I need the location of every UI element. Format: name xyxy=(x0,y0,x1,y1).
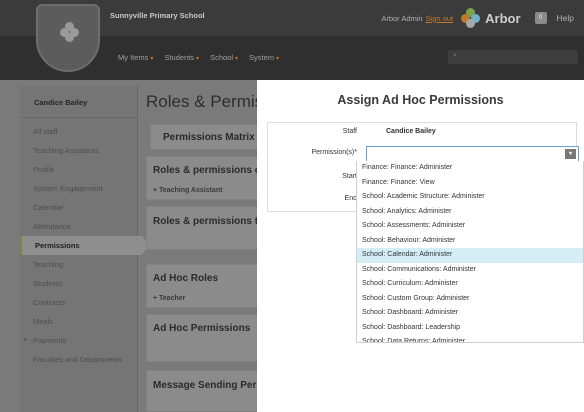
dropdown-option[interactable]: Finance: Finance: Administer xyxy=(357,161,583,176)
nav-item-label: System xyxy=(249,53,275,62)
search-input[interactable]: ⌕ xyxy=(448,50,578,64)
card-title: Ad Hoc Roles xyxy=(153,273,219,284)
sidebar-user-name[interactable]: Candice Bailey xyxy=(20,86,137,118)
sidebar-item-payments[interactable]: ▸ Payments xyxy=(20,331,137,350)
search-icon: ⌕ xyxy=(453,52,457,59)
sidebar-item-system-engagement[interactable]: System Engagement xyxy=(20,179,137,198)
sidebar-item-label: Faculties and Departments xyxy=(33,355,123,364)
dropdown-option[interactable]: School: Data Returns: Administer xyxy=(357,335,583,342)
chevron-down-icon: ▾ xyxy=(150,56,154,62)
sidebar-item-permissions[interactable]: Permissions xyxy=(20,236,150,255)
dropdown-option[interactable]: School: Curriculum: Administer xyxy=(357,277,583,292)
nav-item-school[interactable]: School ▾ xyxy=(210,53,238,62)
sidebar-item-teaching-assistants[interactable]: Teaching Assistants xyxy=(20,141,137,160)
sidebar-item-label: Contracts xyxy=(33,298,66,307)
account-area: Arbor Admin Sign out Arbor 0 Help xyxy=(381,0,584,36)
sidebar-item-faculties-and-departments[interactable]: Faculties and Departments xyxy=(20,350,137,378)
chevron-down-icon[interactable]: ▼ xyxy=(565,149,576,159)
dropdown-option[interactable]: School: Dashboard: Administer xyxy=(357,306,583,321)
sidebar-item-all-staff[interactable]: All staff xyxy=(20,122,137,141)
sidebar-item-label: Teaching Assistants xyxy=(33,146,99,155)
ad-hoc-roles-card: Ad Hoc Roles + Teacher xyxy=(146,264,266,308)
sidebar-item-students[interactable]: Students xyxy=(20,274,137,293)
sidebar-item-label: Attendance xyxy=(33,222,71,231)
dropdown-option[interactable]: School: Assessments: Administer xyxy=(357,219,583,234)
sidebar-item-attendance[interactable]: Attendance xyxy=(20,217,137,236)
nav-menu: My Items ▾ Students ▾ School ▾ System ▾ xyxy=(118,53,279,62)
dropdown-option[interactable]: School: Calendar: Administer xyxy=(357,248,583,263)
staff-label: Staff xyxy=(342,128,357,135)
school-name[interactable]: Sunnyville Primary School xyxy=(110,11,205,20)
modal-title: Assign Ad Hoc Permissions xyxy=(337,93,504,107)
permissions-label: Permission(s)* xyxy=(311,149,357,156)
chevron-down-icon: ▾ xyxy=(276,56,280,62)
sidebar-menu: All staff Teaching Assistants Profile Syste… xyxy=(20,118,150,378)
dropdown-option[interactable]: School: Custom Group: Administer xyxy=(357,292,583,307)
help-link[interactable]: Help xyxy=(557,13,574,23)
ad-hoc-permissions-card: Ad Hoc Permissions xyxy=(146,314,266,362)
roles-assignable-card: Roles & permissions that can be assigned xyxy=(146,206,354,250)
dropdown-option[interactable]: Finance: Finance: View xyxy=(357,176,583,191)
sign-out-link[interactable]: Sign out xyxy=(426,14,454,23)
chevron-down-icon: ▾ xyxy=(196,56,200,62)
dropdown-option[interactable]: School: Analytics: Administer xyxy=(357,205,583,220)
arbor-logo-icon xyxy=(461,8,481,28)
admin-name: Arbor Admin xyxy=(381,13,423,23)
sidebar-item-label: System Engagement xyxy=(33,184,103,193)
role-item[interactable]: + Teaching Assistant xyxy=(153,187,222,194)
permissions-dropdown-list[interactable]: Finance: Finance: Administer Finance: Fin… xyxy=(356,161,584,343)
nav-item-label: School xyxy=(210,53,233,62)
permissions-select[interactable]: ▼ xyxy=(366,146,579,162)
sidebar-item-label: Students xyxy=(33,279,63,288)
sidebar-item-profile[interactable]: Profile xyxy=(20,160,137,179)
sidebar-item-meals[interactable]: Meals xyxy=(20,312,137,331)
message-sending-card: Message Sending Permissions xyxy=(146,370,300,412)
sidebar-item-calendar[interactable]: Calendar xyxy=(20,198,137,217)
staff-row: Staff Candice Bailey xyxy=(268,125,578,139)
sidebar-item-label: Calendar xyxy=(33,203,64,212)
staff-value: Candice Bailey xyxy=(386,128,436,135)
sidebar: Candice Bailey All staff Teaching Assista… xyxy=(20,86,150,412)
school-crest-icon xyxy=(60,22,80,42)
card-title: Ad Hoc Permissions xyxy=(153,323,251,334)
sidebar-item-label: Profile xyxy=(33,165,55,174)
school-crest[interactable] xyxy=(36,4,100,72)
card-title: Permissions Matrix xyxy=(163,132,255,143)
nav-item-students[interactable]: Students ▾ xyxy=(164,53,199,62)
chevron-down-icon: ▾ xyxy=(235,56,239,62)
arbor-brand-text: Arbor xyxy=(485,10,521,26)
sidebar-item-teaching[interactable]: Teaching xyxy=(20,255,137,274)
chevron-right-icon[interactable]: ▸ xyxy=(24,336,27,343)
role-item[interactable]: + Teacher xyxy=(153,295,185,302)
sidebar-item-contracts[interactable]: Contracts xyxy=(20,293,137,312)
dropdown-option[interactable]: School: Communications: Administer xyxy=(357,263,583,278)
sidebar-item-label: Payments xyxy=(33,336,67,345)
sidebar-item-label: All staff xyxy=(33,127,58,136)
sidebar-item-label: Permissions xyxy=(35,241,80,250)
roles-held-card: Roles & permissions currently held + Tea… xyxy=(146,156,321,200)
nav-item-label: Students xyxy=(164,53,195,62)
dropdown-option[interactable]: School: Dashboard: Leadership xyxy=(357,321,583,336)
nav-item-label: My Items xyxy=(118,53,149,62)
dropdown-option[interactable]: School: Behaviour: Administer xyxy=(357,234,583,249)
permissions-matrix-card[interactable]: Permissions Matrix xyxy=(150,124,270,150)
arbor-logo[interactable]: Arbor xyxy=(461,8,521,28)
nav-item-my-items[interactable]: My Items ▾ xyxy=(118,53,153,62)
start-label: Start xyxy=(342,173,357,180)
dropdown-option[interactable]: School: Academic Structure: Administer xyxy=(357,190,583,205)
nav-item-system[interactable]: System ▾ xyxy=(249,53,279,62)
permissions-row: Permission(s)* ▼ xyxy=(268,146,579,162)
messages-badge[interactable]: 0 xyxy=(534,12,547,24)
sidebar-item-label: Meals xyxy=(33,317,54,326)
sidebar-item-label: Teaching xyxy=(33,260,64,269)
